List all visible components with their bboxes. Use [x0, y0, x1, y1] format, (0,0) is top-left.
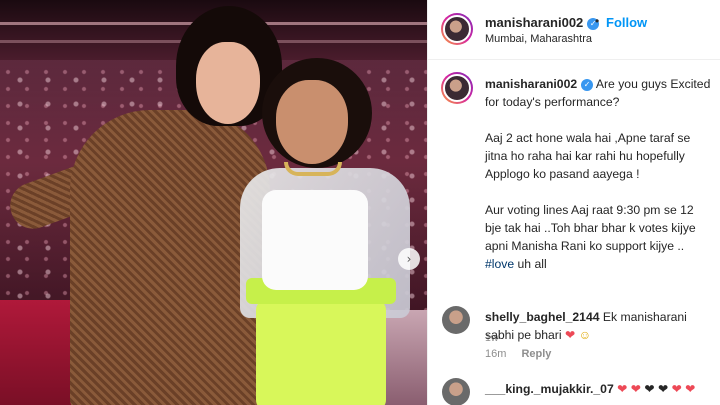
avatar[interactable] [441, 72, 473, 104]
chevron-right-icon: › [406, 252, 412, 266]
red-heart-icon: ❤ [630, 382, 641, 396]
black-heart-icon: ❤ [644, 382, 655, 396]
avatar[interactable] [442, 306, 470, 334]
person-right-necklace [284, 162, 342, 176]
red-heart-icon: ❤ [617, 382, 628, 396]
person-left-face [196, 42, 260, 124]
grinning-face-icon: ☺ [578, 328, 592, 342]
separator-dot: • [595, 14, 600, 28]
caption-paragraph: Aur voting lines Aaj raat 9:30 pm se 12 … [485, 203, 696, 253]
verified-badge-icon: ✓ [581, 78, 594, 91]
caption-tail: uh all [514, 257, 547, 271]
comment-timestamp[interactable]: 16m [485, 348, 506, 360]
reply-button[interactable]: Reply [521, 348, 551, 360]
comment-meta: 16m Reply [485, 348, 551, 360]
red-heart-icon: ❤ [685, 382, 696, 396]
avatar[interactable] [441, 13, 473, 45]
person-right-top [262, 190, 368, 290]
post-photo[interactable]: › [0, 0, 427, 405]
black-heart-icon: ❤ [657, 382, 669, 396]
follow-button[interactable]: Follow [606, 15, 647, 30]
post-location[interactable]: Mumbai, Maharashtra [485, 33, 592, 45]
username-text[interactable]: manisharani002 [485, 15, 583, 30]
person-right-face [276, 80, 348, 164]
comment-username[interactable]: shelly_baghel_2144 [485, 310, 600, 324]
person-right-pants [256, 300, 386, 405]
hashtag-link[interactable]: #love [485, 257, 514, 271]
avatar[interactable] [442, 378, 470, 405]
caption-username[interactable]: manisharani002 [485, 77, 577, 91]
post-side-panel: manisharani002 ✓ • Follow Mumbai, Maharas… [427, 0, 720, 405]
carousel-next-button[interactable]: › [398, 248, 420, 270]
post-header: manisharani002 ✓ • Follow Mumbai, Maharas… [428, 0, 720, 60]
caption-text: manisharani002 ✓ Are you guys Excited for… [485, 75, 711, 273]
comment-text: shelly_baghel_2144 Ek manisharani sabhi … [485, 308, 711, 344]
comment-text: ___king._mujakkir._07 ❤ ❤ ❤ ❤ ❤ ❤ [485, 380, 711, 398]
post-username[interactable]: manisharani002 ✓ [485, 15, 600, 30]
caption-paragraph: Aaj 2 act hone wala hai ,Apne taraf se j… [485, 131, 691, 181]
red-heart-icon: ❤ [671, 382, 682, 396]
comment-username[interactable]: ___king._mujakkir._07 [485, 382, 614, 396]
red-heart-icon: ❤ [564, 328, 576, 342]
